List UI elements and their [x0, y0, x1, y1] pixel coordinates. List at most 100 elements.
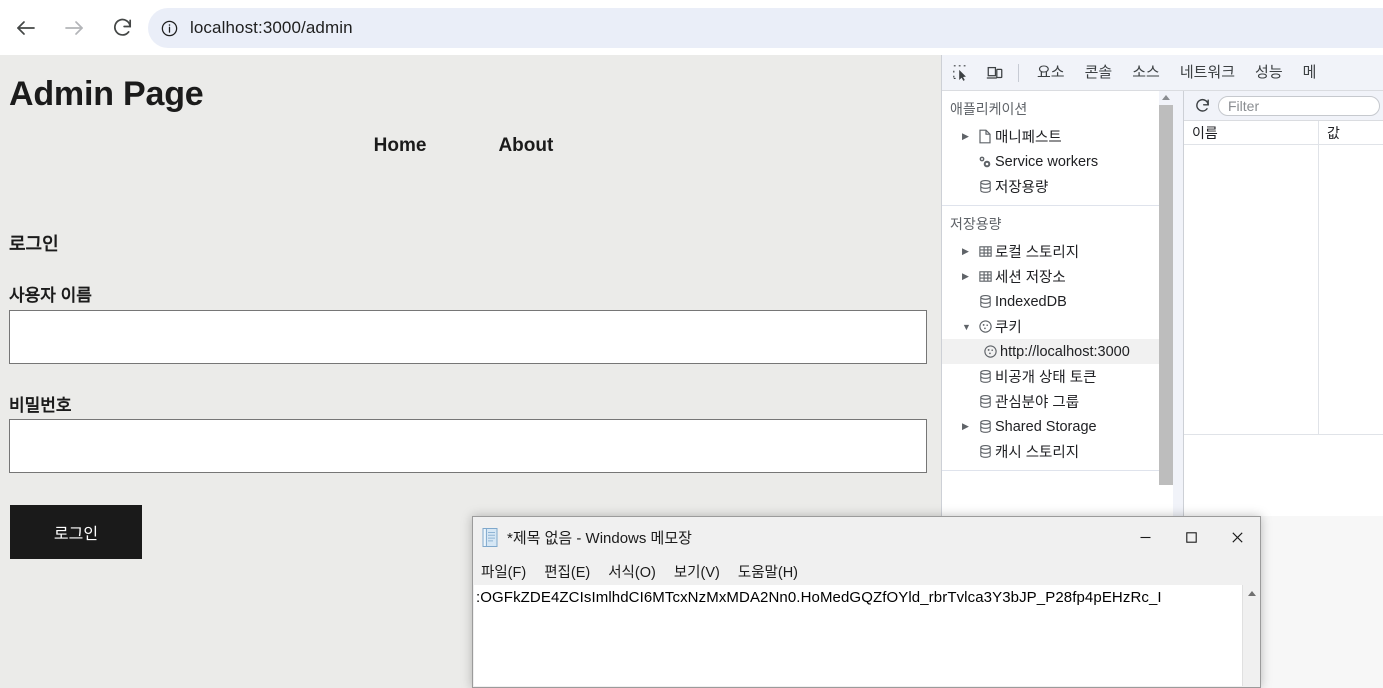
table-icon — [975, 269, 995, 284]
page-title: Admin Page — [9, 75, 204, 113]
notepad-scrollbar[interactable] — [1242, 585, 1259, 686]
cookies-table-header: 이름 값 — [1184, 120, 1383, 145]
device-toolbar-icon[interactable] — [980, 58, 1010, 88]
chevron-down-icon[interactable]: ▼ — [962, 322, 975, 332]
nav-link-about[interactable]: About — [498, 135, 553, 157]
login-submit-button[interactable]: 로그인 — [10, 505, 142, 559]
sidebar-item-session-storage[interactable]: ▶ 세션 저장소 — [942, 264, 1173, 289]
database-icon — [975, 394, 995, 409]
cookie-icon — [975, 319, 995, 334]
devtools-tab-performance[interactable]: 성능 — [1245, 56, 1293, 90]
notepad-text-content[interactable]: :OGFkZDE4ZCIsImlhdCI6MTcxNzMxMDA2Nn0.HoM… — [474, 585, 1242, 686]
sidebar-group-storage: 저장용량 — [950, 216, 1002, 232]
devtools-tab-memory[interactable]: 메 — [1293, 56, 1327, 90]
screen: localhost:3000/admin Admin Page Home Abo… — [0, 0, 1383, 688]
cookies-toolbar: Filter — [1184, 91, 1383, 121]
username-label: 사용자 이름 — [9, 286, 92, 305]
table-cell-name — [1184, 145, 1319, 434]
chevron-right-icon[interactable]: ▶ — [962, 246, 975, 257]
sidebar-item-label: 관심분야 그룹 — [995, 395, 1080, 411]
scroll-up-icon[interactable] — [1243, 585, 1259, 602]
devtools-tab-elements[interactable]: 요소 — [1027, 56, 1075, 90]
reload-icon[interactable] — [100, 6, 144, 50]
notepad-window[interactable]: *제목 없음 - Windows 메모장 파일(F) 편집(E) 서식(O) 보… — [472, 516, 1261, 688]
notepad-titlebar[interactable]: *제목 없음 - Windows 메모장 — [473, 517, 1260, 557]
sidebar-item-label: Service workers — [995, 153, 1099, 170]
menu-item-edit[interactable]: 편집(E) — [544, 561, 590, 582]
password-input[interactable] — [9, 419, 927, 473]
sidebar-item-shared-storage[interactable]: ▶ Shared Storage — [942, 414, 1173, 439]
sidebar-item-cookie-origin[interactable]: http://localhost:3000 — [942, 339, 1173, 364]
table-row[interactable] — [1184, 145, 1383, 435]
sidebar-group-application: 애플리케이션 — [950, 101, 1028, 117]
notepad-menubar: 파일(F) 편집(E) 서식(O) 보기(V) 도움말(H) — [473, 557, 1260, 585]
sidebar-item-interest-groups[interactable]: 관심분야 그룹 — [942, 389, 1173, 414]
sidebar-item-manifest[interactable]: ▶ 매니페스트 — [942, 124, 1173, 149]
browser-toolbar: localhost:3000/admin — [0, 0, 1383, 55]
chevron-right-icon[interactable]: ▶ — [962, 421, 975, 432]
sidebar-item-label: 저장용량 — [995, 180, 1049, 196]
devtools-tab-network[interactable]: 네트워크 — [1170, 56, 1245, 90]
menu-item-format[interactable]: 서식(O) — [608, 561, 656, 582]
devtools-tab-console[interactable]: 콘솔 — [1075, 56, 1123, 90]
sidebar-item-cookies[interactable]: ▼ 쿠키 — [942, 314, 1173, 339]
sidebar-item-label: Shared Storage — [995, 418, 1097, 435]
sidebar-divider-2 — [942, 470, 1173, 471]
sidebar-item-local-storage[interactable]: ▶ 로컬 스토리지 — [942, 239, 1173, 264]
notepad-icon — [473, 527, 507, 548]
sidebar-item-service-workers[interactable]: Service workers — [942, 149, 1173, 174]
database-icon — [975, 419, 995, 434]
page-nav: Home About — [0, 135, 927, 157]
sidebar-item-label: 비공개 상태 토큰 — [995, 370, 1097, 386]
sidebar-item-label: 로컬 스토리지 — [995, 245, 1080, 261]
sidebar-item-label: 매니페스트 — [995, 130, 1062, 146]
document-icon — [975, 129, 995, 144]
sidebar-item-indexeddb[interactable]: IndexedDB — [942, 289, 1173, 314]
sidebar-item-label: 세션 저장소 — [995, 270, 1066, 286]
database-icon — [975, 369, 995, 384]
notepad-title: *제목 없음 - Windows 메모장 — [507, 529, 692, 547]
address-bar[interactable]: localhost:3000/admin — [148, 8, 1383, 48]
sidebar-item-private-state-tokens[interactable]: 비공개 상태 토큰 — [942, 364, 1173, 389]
refresh-icon[interactable] — [1190, 97, 1214, 114]
site-information-icon[interactable] — [148, 19, 190, 38]
login-heading: 로그인 — [9, 234, 59, 254]
devtools-tab-sources[interactable]: 소스 — [1122, 56, 1170, 90]
close-icon[interactable] — [1214, 518, 1260, 556]
devtools-tabbar: 요소 콘솔 소스 네트워크 성능 메 — [942, 55, 1383, 91]
sidebar-item-label: IndexedDB — [995, 293, 1067, 310]
sidebar-item-storage-usage[interactable]: 저장용량 — [942, 174, 1173, 199]
cookies-table-body — [1184, 145, 1383, 435]
gears-icon — [975, 154, 995, 170]
password-label: 비밀번호 — [9, 396, 72, 415]
url-text[interactable]: localhost:3000/admin — [190, 18, 353, 38]
notepad-body[interactable]: :OGFkZDE4ZCIsImlhdCI6MTcxNzMxMDA2Nn0.HoM… — [474, 585, 1259, 686]
column-header-name[interactable]: 이름 — [1184, 120, 1319, 145]
scrollbar-thumb[interactable] — [1159, 105, 1173, 485]
scroll-up-icon[interactable] — [1159, 91, 1173, 105]
sidebar-item-cache-storage[interactable]: 캐시 스토리지 — [942, 439, 1173, 464]
chevron-right-icon[interactable]: ▶ — [962, 271, 975, 282]
sidebar-item-label: 쿠키 — [995, 320, 1022, 336]
database-icon — [975, 444, 995, 459]
tabbar-divider — [1018, 63, 1019, 82]
inspect-element-icon[interactable] — [946, 58, 976, 88]
notepad-window-controls — [1122, 518, 1260, 556]
database-icon — [975, 179, 995, 194]
menu-item-file[interactable]: 파일(F) — [481, 561, 526, 582]
menu-item-help[interactable]: 도움말(H) — [738, 561, 798, 582]
minimize-icon[interactable] — [1122, 518, 1168, 556]
table-icon — [975, 244, 995, 259]
sidebar-item-label: 캐시 스토리지 — [995, 445, 1080, 461]
maximize-icon[interactable] — [1168, 518, 1214, 556]
filter-input[interactable]: Filter — [1218, 95, 1380, 116]
menu-item-view[interactable]: 보기(V) — [674, 561, 720, 582]
back-icon[interactable] — [4, 6, 48, 50]
chevron-right-icon[interactable]: ▶ — [962, 131, 975, 142]
database-icon — [975, 294, 995, 309]
column-header-value[interactable]: 값 — [1319, 121, 1383, 145]
forward-icon — [52, 6, 96, 50]
cookie-icon — [980, 344, 1000, 359]
nav-link-home[interactable]: Home — [374, 135, 427, 157]
username-input[interactable] — [9, 310, 927, 364]
